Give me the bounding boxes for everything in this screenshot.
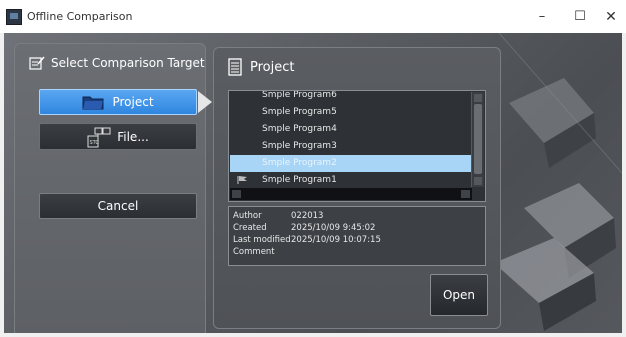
- document-list-icon: [228, 58, 242, 76]
- open-button[interactable]: Open: [430, 274, 488, 316]
- title-bar: Offline Comparison – ☐ ✕: [0, 0, 626, 33]
- horizontal-scrollbar[interactable]: [230, 188, 472, 200]
- scroll-up-icon[interactable]: [474, 94, 482, 102]
- project-flag-icon: [237, 176, 247, 184]
- file-button[interactable]: STC File...: [39, 123, 197, 150]
- project-info: Author 022013 Created 2025/10/09 9:45:02…: [228, 206, 486, 266]
- scroll-right-icon[interactable]: [461, 190, 470, 198]
- project-panel-title: Project: [250, 59, 295, 75]
- project-button-label: Project: [112, 95, 154, 109]
- list-item[interactable]: Smple Program1: [230, 172, 471, 189]
- file-button-label: File...: [117, 129, 149, 144]
- list-item[interactable]: Smple Program3: [230, 138, 471, 155]
- left-panel: Select Comparison Target Project STC Fil…: [14, 43, 212, 333]
- project-panel: Project Smple Program6 Smple Program5 Sm…: [213, 47, 501, 329]
- dialog-content: Select Comparison Target Project STC Fil…: [4, 33, 622, 333]
- list-item-selected[interactable]: Smple Program2: [230, 155, 471, 172]
- select-target-header: Select Comparison Target: [29, 56, 205, 70]
- edit-document-icon: [29, 56, 45, 70]
- modified-row: Last modified 2025/10/09 10:07:15: [233, 235, 381, 245]
- window-title: Offline Comparison: [27, 10, 133, 23]
- select-target-label: Select Comparison Target: [51, 56, 205, 70]
- vertical-scrollbar[interactable]: [471, 92, 484, 187]
- close-button[interactable]: ✕: [597, 6, 625, 28]
- file-icon: STC: [87, 127, 111, 147]
- selection-arrow-icon: [198, 91, 212, 113]
- project-panel-header: Project: [228, 58, 294, 76]
- cancel-button[interactable]: Cancel: [39, 193, 197, 219]
- app-icon: [6, 9, 22, 25]
- svg-text:STC: STC: [90, 140, 100, 146]
- project-button[interactable]: Project: [39, 89, 197, 115]
- maximize-button[interactable]: ☐: [566, 6, 594, 28]
- scroll-left-icon[interactable]: [232, 190, 241, 198]
- scroll-down-icon[interactable]: [474, 177, 482, 185]
- folder-icon: [82, 96, 104, 110]
- list-item[interactable]: Smple Program4: [230, 121, 471, 138]
- project-list[interactable]: Smple Program6 Smple Program5 Smple Prog…: [228, 90, 486, 202]
- list-item[interactable]: Smple Program6: [230, 91, 471, 104]
- created-row: Created 2025/10/09 9:45:02: [233, 223, 376, 233]
- author-row: Author 022013: [233, 211, 324, 221]
- list-item[interactable]: Smple Program5: [230, 104, 471, 121]
- minimize-button[interactable]: –: [528, 6, 556, 28]
- scroll-thumb[interactable]: [474, 104, 482, 174]
- comment-row: Comment: [233, 247, 275, 257]
